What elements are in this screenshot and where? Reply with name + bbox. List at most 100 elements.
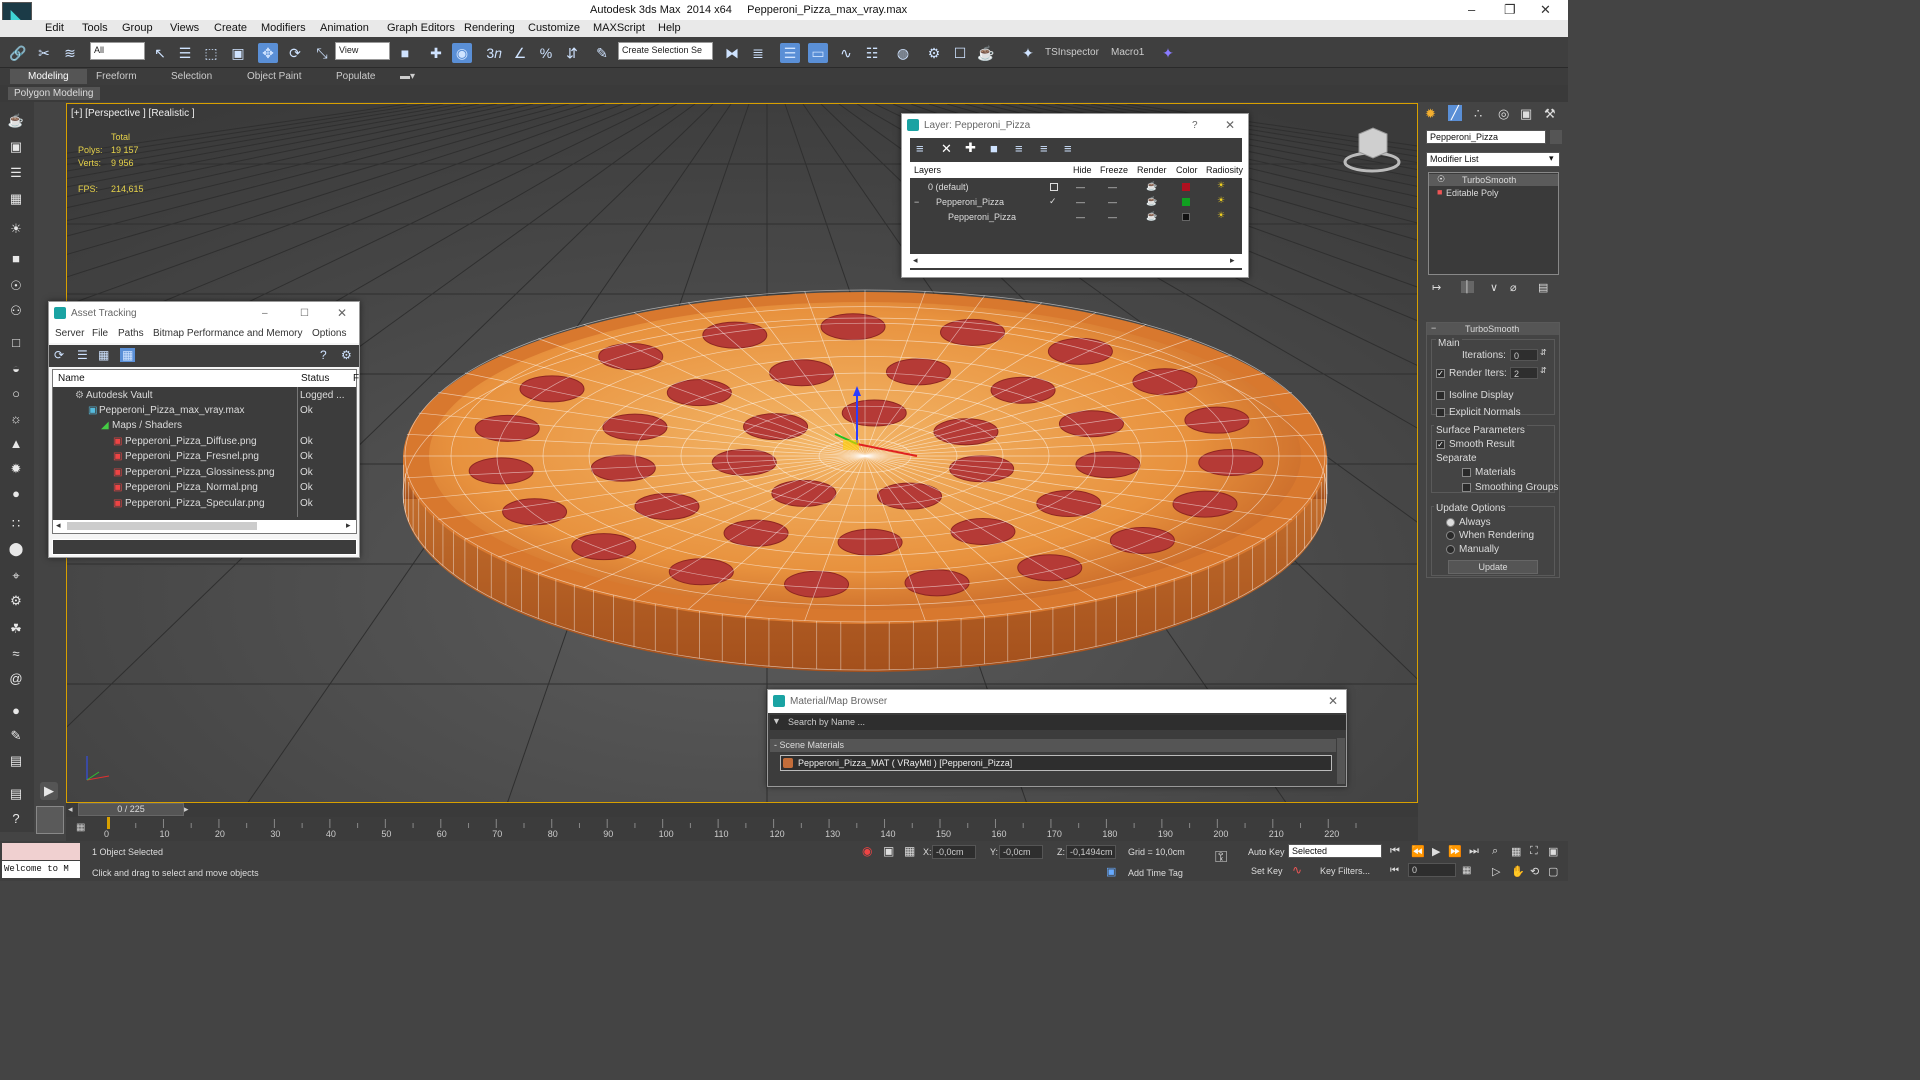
current-frame-field[interactable]: 0	[1408, 863, 1456, 877]
layer-dialog-titlebar[interactable]: Layer: Pepperoni_Pizza ? ✕	[902, 114, 1248, 137]
collapse-icon[interactable]: −	[914, 197, 919, 207]
pin-stack-icon[interactable]: ↦	[1432, 281, 1441, 294]
next-key-icon[interactable]: ⏩	[1448, 845, 1462, 858]
grid-view-icon[interactable]: ▦	[120, 348, 136, 362]
asset-tracking-titlebar[interactable]: Asset Tracking – ☐ ✕	[49, 302, 359, 325]
grid-icon[interactable]: ▦	[7, 190, 25, 208]
expand-arrow-icon[interactable]: ▶	[40, 782, 58, 800]
menu-paths[interactable]: Paths	[118, 328, 144, 339]
close-icon[interactable]: ✕	[1328, 690, 1338, 713]
col-layers[interactable]: Layers	[914, 165, 941, 175]
layer-color-swatch[interactable]	[1182, 198, 1190, 206]
freeze-toggle[interactable]: —	[1108, 212, 1117, 222]
help-icon[interactable]: ?	[1192, 114, 1198, 137]
spacewarp-icon[interactable]: ⚇	[7, 302, 25, 320]
selection-lock-icon[interactable]: ▣	[883, 844, 894, 858]
material-editor-icon[interactable]: ◍	[893, 43, 913, 63]
sphere-icon[interactable]: ○	[7, 385, 25, 403]
angle-snap-icon[interactable]: ∠	[510, 43, 530, 63]
isoline-checkbox[interactable]: Isoline Display	[1436, 390, 1513, 401]
make-unique-icon[interactable]: ∨	[1490, 281, 1498, 294]
minimize-icon[interactable]: –	[262, 302, 268, 325]
render-setup-icon[interactable]: ⚙	[924, 43, 944, 63]
render-teapot-icon[interactable]: ☕	[1146, 211, 1157, 222]
maxscript-input[interactable]: Welcome to M	[2, 861, 80, 878]
freeze-all-icon[interactable]: ≡	[1064, 141, 1072, 156]
render-iters-checkbox[interactable]: ✓ Render Iters:	[1436, 368, 1507, 379]
z-coord-field[interactable]: -0,1494cm	[1066, 845, 1116, 859]
refresh-icon[interactable]: ⟳	[54, 348, 64, 362]
show-end-result-icon[interactable]: │	[1461, 281, 1474, 293]
bind-space-warp-icon[interactable]: ≋	[60, 43, 80, 63]
freeze-toggle[interactable]: —	[1108, 197, 1117, 207]
ref-coord-dropdown[interactable]: View	[335, 42, 390, 60]
iterations-spinner[interactable]: 0	[1510, 349, 1538, 361]
light-icon[interactable]: ☀	[7, 220, 25, 238]
time-config-icon[interactable]: ▦	[1462, 865, 1471, 876]
maxscript-listener[interactable]	[2, 843, 80, 860]
render-frame-icon[interactable]: ▣	[7, 138, 25, 156]
render-teapot-icon[interactable]: ☕	[1146, 196, 1157, 207]
table-row[interactable]: ▣ Pepperoni_Pizza_max_vray.max Ok	[53, 403, 356, 418]
rendered-frame-icon[interactable]: ☐	[950, 43, 970, 63]
menu-create[interactable]: Create	[214, 22, 247, 34]
freeze-toggle[interactable]: —	[1108, 182, 1117, 192]
radiosity-icon[interactable]: ☀	[1217, 180, 1225, 191]
layer-hscrollbar[interactable]: ◂ ▸	[910, 254, 1242, 268]
prev-frame-icon[interactable]: ◂	[68, 804, 73, 815]
key-mode-toggle-icon[interactable]: ⏮	[1390, 865, 1399, 876]
table-row[interactable]: ▣ Pepperoni_Pizza_Specular.png Ok	[53, 496, 356, 511]
select-by-name-icon[interactable]: ☰	[175, 43, 195, 63]
rect-selection-icon[interactable]: ⬚	[201, 43, 221, 63]
ribbon-toggle-icon[interactable]: ▭	[808, 43, 828, 63]
menu-views[interactable]: Views	[170, 22, 199, 34]
next-frame-icon[interactable]: ▸	[184, 804, 189, 815]
key-filters-button[interactable]: Key Filters...	[1320, 866, 1370, 876]
scroll-thumb[interactable]	[67, 522, 257, 530]
when-rendering-radio[interactable]: When Rendering	[1446, 530, 1534, 541]
object-name-field[interactable]: Pepperoni_Pizza	[1426, 130, 1546, 144]
display-tab-icon[interactable]: ▣	[1520, 106, 1532, 122]
zoom-extents-all-icon[interactable]: ▣	[1548, 845, 1558, 858]
table-row[interactable]: ▣ Pepperoni_Pizza_Fresnel.png Ok	[53, 449, 356, 464]
menu-modifiers[interactable]: Modifiers	[261, 22, 306, 34]
viewport-label[interactable]: [+] [Perspective ] [Realistic ]	[71, 108, 195, 119]
ts-inspector-icon[interactable]: ✦	[1018, 43, 1038, 63]
select-rotate-icon[interactable]: ⟳	[285, 43, 305, 63]
render-production-icon[interactable]: ☕	[976, 43, 996, 63]
menu-file[interactable]: File	[92, 328, 108, 339]
col-fullpath[interactable]: F	[353, 373, 359, 384]
table-row[interactable]: ▣ Pepperoni_Pizza_Diffuse.png Ok	[53, 434, 356, 449]
sun-icon[interactable]: ☼	[7, 410, 25, 428]
menu-group[interactable]: Group	[122, 22, 153, 34]
always-radio[interactable]: Always	[1446, 517, 1491, 528]
dome-icon[interactable]: ◒	[7, 360, 25, 378]
stack-item[interactable]: ☉ TurboSmooth	[1429, 174, 1558, 186]
lightbulb-icon[interactable]: ☉	[1437, 174, 1445, 185]
table-row[interactable]: ◢ Maps / Shaders	[53, 418, 356, 433]
motion-tab-icon[interactable]: ◎	[1498, 106, 1509, 122]
brush-icon[interactable]: ✎	[7, 727, 25, 745]
delete-layer-icon[interactable]: ✕	[941, 141, 952, 157]
spinner-arrows-icon[interactable]: ⇵	[1540, 366, 1547, 375]
hair-icon[interactable]: ≈	[7, 645, 25, 663]
pizza-model[interactable]	[402, 289, 1328, 672]
smoothing-groups-checkbox[interactable]: Smoothing Groups	[1462, 482, 1558, 493]
gear-icon[interactable]: ⚙	[7, 592, 25, 610]
doc-icon[interactable]: ▤	[7, 785, 25, 803]
create-tab-icon[interactable]: ✹	[1425, 106, 1436, 122]
macro-label[interactable]: Macro1	[1111, 47, 1144, 58]
box-icon[interactable]: □	[7, 334, 25, 352]
curve-editor-icon[interactable]: ∿	[836, 43, 856, 63]
scroll-right-icon[interactable]: ▸	[1230, 255, 1235, 266]
settings-icon[interactable]: ⚙	[341, 348, 352, 362]
options-icon[interactable]: ▼	[772, 716, 781, 726]
tree-icon[interactable]: ☘	[7, 620, 25, 638]
col-name[interactable]: Name	[58, 373, 85, 384]
create-layer-icon[interactable]: ≡	[916, 141, 924, 156]
unlink-icon[interactable]: ✂	[34, 43, 54, 63]
menu-customize[interactable]: Customize	[528, 22, 580, 34]
align-icon[interactable]: ≣	[748, 43, 768, 63]
zoom-icon[interactable]: ⌕	[1492, 845, 1498, 858]
list-icon[interactable]: ☰	[7, 164, 25, 182]
